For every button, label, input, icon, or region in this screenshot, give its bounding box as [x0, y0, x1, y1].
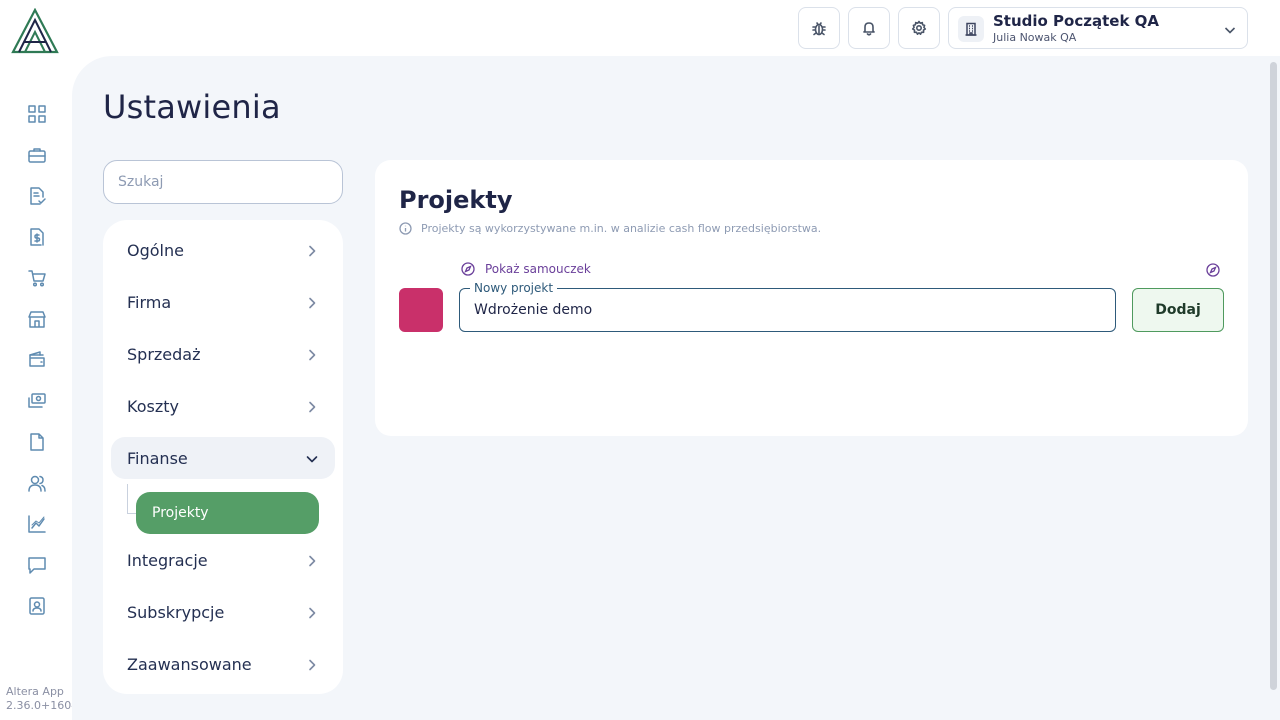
bug-icon	[811, 20, 827, 36]
nav-item-label: Koszty	[127, 396, 179, 416]
nav-item-integracje[interactable]: Integracje	[111, 539, 335, 581]
chevron-right-icon	[305, 657, 319, 671]
company-switcher[interactable]: Studio Początek QA Julia Nowak QA	[948, 7, 1248, 49]
nav-item-sprzedaz[interactable]: Sprzedaż	[111, 333, 335, 375]
settings-nav: Ogólne Firma Sprzedaż Koszty Finanse Pro…	[103, 220, 343, 694]
wallet-icon[interactable]	[26, 349, 48, 371]
chart-icon[interactable]	[26, 513, 48, 535]
new-project-input[interactable]	[460, 289, 1115, 331]
bell-icon	[861, 20, 877, 36]
scrollbar[interactable]	[1270, 62, 1277, 690]
card-info-text: Projekty są wykorzystywane m.in. w anali…	[421, 222, 822, 235]
bug-report-button[interactable]	[798, 7, 840, 49]
tutorial-label: Pokaż samouczek	[485, 262, 591, 276]
notifications-button[interactable]	[848, 7, 890, 49]
cart-icon[interactable]	[26, 267, 48, 289]
info-icon	[399, 222, 421, 235]
chevron-right-icon	[305, 605, 319, 619]
invoice-check-icon[interactable]	[26, 185, 48, 207]
cash-icon[interactable]	[26, 390, 48, 412]
app-version-number: 2.36.0+1604	[6, 699, 72, 712]
app-version-name: Altera App	[6, 685, 64, 698]
app-version: Altera App 2.36.0+1604	[6, 685, 72, 713]
file-icon[interactable]	[26, 431, 48, 453]
settings-button[interactable]	[898, 7, 940, 49]
new-project-field: Nowy projekt	[459, 280, 1116, 332]
chat-icon[interactable]	[26, 554, 48, 576]
nav-item-zaawansowane[interactable]: Zaawansowane	[111, 643, 335, 685]
new-project-label: Nowy projekt	[470, 280, 558, 296]
search-input[interactable]	[103, 160, 343, 204]
nav-item-label: Integracje	[127, 550, 208, 570]
nav-item-label: Subskrypcje	[127, 602, 225, 622]
card-info: Projekty są wykorzystywane m.in. w anali…	[399, 222, 821, 235]
company-user: Julia Nowak QA	[993, 31, 1077, 44]
nav-item-koszty[interactable]: Koszty	[111, 385, 335, 427]
store-icon[interactable]	[26, 308, 48, 330]
nav-item-label: Sprzedaż	[127, 344, 201, 364]
nav-item-label: Firma	[127, 292, 172, 312]
projects-card: Projekty Projekty są wykorzystywane m.in…	[375, 160, 1248, 436]
card-title: Projekty	[399, 186, 513, 214]
gear-icon	[911, 20, 927, 36]
app-logo[interactable]	[10, 7, 60, 54]
nav-subitem-projekty[interactable]: Projekty	[136, 492, 319, 534]
briefcase-icon[interactable]	[26, 144, 48, 166]
page-title: Ustawienia	[103, 88, 281, 126]
add-project-button[interactable]: Dodaj	[1132, 288, 1224, 332]
id-card-icon[interactable]	[26, 595, 48, 617]
project-color-swatch[interactable]	[399, 288, 443, 332]
building-icon	[958, 16, 984, 42]
nav-item-ogolne[interactable]: Ogólne	[111, 229, 335, 271]
chevron-down-icon	[1223, 22, 1237, 36]
show-tutorial-link[interactable]: Pokaż samouczek	[461, 262, 591, 276]
nav-item-label: Zaawansowane	[127, 654, 252, 674]
chevron-down-icon	[305, 451, 319, 465]
chevron-right-icon	[305, 243, 319, 257]
chevron-right-icon	[305, 553, 319, 567]
chevron-right-icon	[305, 347, 319, 361]
nav-item-label: Ogólne	[127, 240, 184, 260]
company-name: Studio Początek QA	[993, 12, 1160, 30]
nav-item-label: Finanse	[127, 448, 188, 468]
nav-item-finanse[interactable]: Finanse	[111, 437, 335, 479]
nav-item-firma[interactable]: Firma	[111, 281, 335, 323]
dashboard-icon[interactable]	[26, 103, 48, 125]
chevron-right-icon	[305, 399, 319, 413]
compass-icon[interactable]	[1206, 262, 1220, 277]
nav-item-subskrypcje[interactable]: Subskrypcje	[111, 591, 335, 633]
users-icon[interactable]	[26, 472, 48, 494]
money-doc-icon[interactable]	[26, 226, 48, 248]
chevron-right-icon	[305, 295, 319, 309]
compass-icon	[461, 262, 485, 276]
